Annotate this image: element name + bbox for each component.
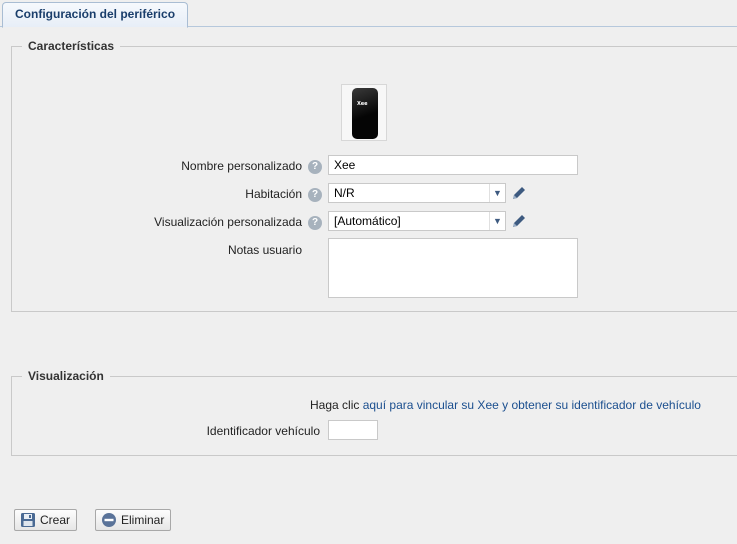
- identificador-input[interactable]: [328, 420, 378, 440]
- chevron-down-icon[interactable]: ▼: [489, 212, 505, 230]
- help-icon[interactable]: ?: [308, 160, 322, 174]
- crear-label: Crear: [40, 513, 71, 527]
- notas-label: Notas usuario: [227, 243, 302, 257]
- visualizacion-select[interactable]: [Automático] ▼: [328, 211, 506, 231]
- floppy-disk-icon: [21, 513, 35, 527]
- help-icon[interactable]: ?: [308, 188, 322, 202]
- visualizacion-legend: Visualización: [22, 369, 110, 383]
- crear-button[interactable]: Crear: [14, 509, 78, 531]
- vincular-line: Haga clic aquí para vincular su Xee y ob…: [310, 398, 701, 412]
- eliminar-button[interactable]: Eliminar: [95, 509, 172, 531]
- nombre-label: Nombre personalizado: [181, 159, 302, 173]
- habitacion-label: Habitación: [245, 187, 302, 201]
- pencil-icon[interactable]: [511, 185, 527, 201]
- device-image: Xee: [341, 84, 387, 141]
- chevron-down-icon[interactable]: ▼: [489, 184, 505, 202]
- visualizacion-fieldset: Visualización Haga clic aquí para vincul…: [11, 369, 737, 456]
- notas-textarea[interactable]: [328, 238, 578, 298]
- caracteristicas-fieldset: Características Xee Nombre personalizado…: [11, 39, 737, 312]
- nombre-input[interactable]: Xee: [328, 155, 578, 175]
- caracteristicas-legend: Características: [22, 39, 121, 53]
- habitacion-select-value: N/R: [334, 186, 355, 200]
- vincular-prefix: Haga clic: [310, 398, 360, 412]
- habitacion-select[interactable]: N/R ▼: [328, 183, 506, 203]
- visualizacion-select-value: [Automático]: [334, 214, 401, 228]
- help-icon[interactable]: ?: [308, 216, 322, 230]
- pencil-icon[interactable]: [511, 213, 527, 229]
- identificador-label: Identificador vehículo: [206, 424, 320, 438]
- device-logo: Xee: [357, 101, 368, 107]
- eliminar-label: Eliminar: [121, 513, 165, 527]
- minus-circle-icon: [102, 513, 116, 527]
- device-picture: Xee: [352, 88, 378, 139]
- tab-configuracion[interactable]: Configuración del periférico: [2, 2, 189, 28]
- tab-bar: Configuración del periférico: [0, 0, 737, 28]
- vincular-link[interactable]: aquí para vincular su Xee y obtener su i…: [363, 398, 701, 412]
- visualizacion-personalizada-label: Visualización personalizada: [154, 215, 302, 229]
